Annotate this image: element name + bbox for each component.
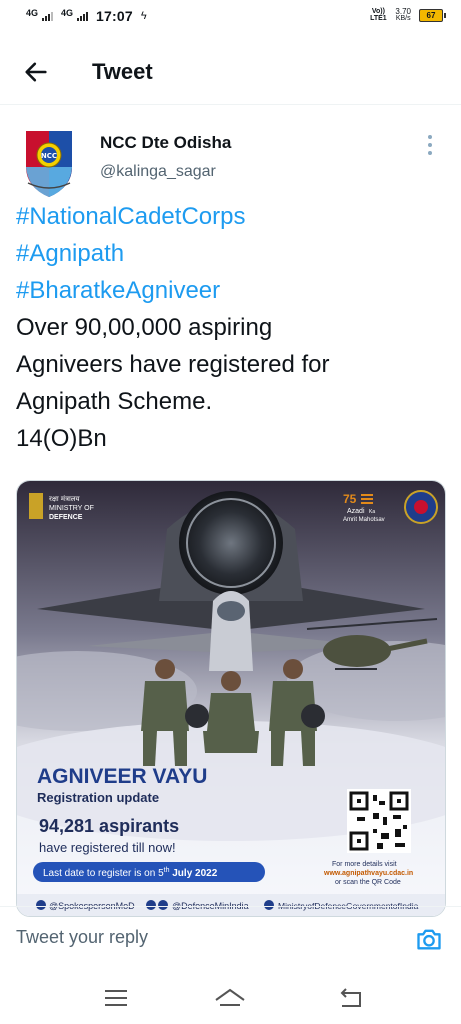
battery-icon: 67 [419,8,446,22]
reply-input[interactable]: Tweet your reply [16,927,148,948]
flash-icon: ϟ [140,10,147,22]
hashtag-link[interactable]: #NationalCadetCorps [16,198,446,235]
poster-count: 94,281 aspirants [39,816,179,836]
tweet-image[interactable]: रक्षा मंत्रालय MINISTRY OF DEFENCE 75 Az… [16,480,446,917]
ncc-logo-avatar[interactable]: NCC [20,127,78,199]
tweet-author-name[interactable]: NCC Dte Odisha [100,133,231,153]
tweet-text-line: Over 90,00,000 aspiring [16,314,273,341]
clock: 17:07 [96,8,133,24]
azadi-line-3: Amrit Mahotsav [343,517,385,523]
menu-icon[interactable] [96,984,136,1012]
tweet-text-line: Agniveers have registered for [16,351,330,378]
signal-icon [77,11,89,21]
azadi-line-1: Azadi [347,508,365,515]
back-arrow-icon[interactable] [22,58,50,86]
network-type-1: 4G [26,7,39,18]
back-nav-icon[interactable] [330,984,370,1012]
poster-subheading: Registration update [37,790,159,805]
details-url: www.agnipathvayu.cdac.in [323,870,413,877]
qr-code [347,789,411,853]
system-nav-bar [0,972,461,1024]
ministry-hindi: रक्षा मंत्रालय [49,495,81,503]
speed-unit: KB/s [395,15,411,22]
ministry-line-1: MINISTRY OF [49,505,94,512]
home-icon[interactable] [210,984,250,1012]
poster-count-sub: have registered till now! [39,840,176,855]
azadi-line-2: Ka [369,509,375,515]
hashtag-link[interactable]: #BharatkeAgniveer [16,272,446,309]
status-bar: 4G 4G 17:07 ϟ Vo)) LTE1 3.70 KB/s 67 [0,0,461,34]
signal-icon [42,11,54,21]
azadi-75: 75 [343,492,357,506]
poster-deadline: Last date to register is on 5th July 202… [43,867,218,879]
tweet-text-line: Agnipath Scheme. [16,388,213,415]
details-line-1: For more details visit [332,861,397,868]
top-app-bar: Tweet [0,40,461,105]
poster-artwork: रक्षा मंत्रालय MINISTRY OF DEFENCE 75 Az… [17,481,445,916]
volte-indicator: Vo)) LTE1 [370,8,387,22]
tweet-author-handle[interactable]: @kalinga_sagar [100,163,216,181]
reply-bar: Tweet your reply [0,906,461,971]
camera-icon[interactable] [415,925,443,953]
tweet-text-line: 14(O)Bn [16,425,107,452]
network-type-2: 4G [61,7,74,18]
svg-text:NCC: NCC [41,152,57,160]
network-speed: 3.70 KB/s [395,7,411,23]
tweet-text: #NationalCadetCorps #Agnipath #BharatkeA… [16,198,446,457]
poster-heading: AGNIVEER VAYU [37,765,207,788]
hashtag-link[interactable]: #Agnipath [16,235,446,272]
details-line-3: or scan the QR Code [335,879,401,886]
ministry-line-2: DEFENCE [49,514,83,521]
speed-value: 3.70 [395,7,411,16]
more-options-icon[interactable] [425,135,435,161]
page-title: Tweet [92,59,153,84]
